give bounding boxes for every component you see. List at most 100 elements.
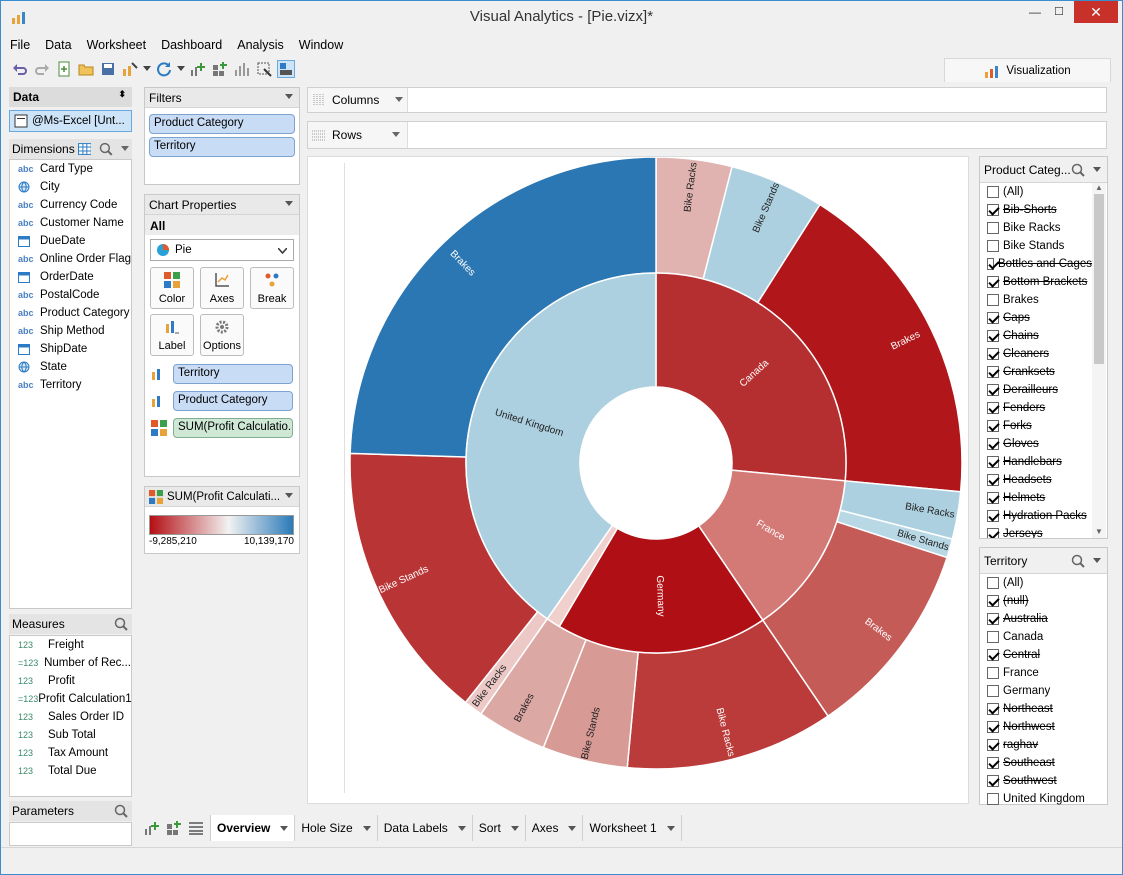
filter-option[interactable]: Fenders bbox=[980, 399, 1092, 417]
search-icon[interactable] bbox=[1071, 554, 1085, 568]
dimension-field[interactable]: ShipDate bbox=[10, 340, 131, 358]
filter-option[interactable]: Northwest bbox=[980, 718, 1108, 736]
new-file-icon[interactable] bbox=[55, 60, 73, 78]
filter-option[interactable]: Hydration Packs bbox=[980, 507, 1092, 525]
tab-axes[interactable]: Axes bbox=[526, 815, 584, 841]
filter-option[interactable]: (null) bbox=[980, 592, 1108, 610]
checkbox[interactable] bbox=[987, 276, 999, 288]
filter-option[interactable]: Southeast bbox=[980, 754, 1108, 772]
checkbox[interactable] bbox=[987, 186, 999, 198]
maximize-button[interactable]: ☐ bbox=[1046, 1, 1072, 23]
measure-field[interactable]: 123 Total Due bbox=[10, 762, 131, 780]
new-worksheet-icon[interactable] bbox=[144, 820, 160, 836]
measure-field[interactable]: =123 Number of Rec... bbox=[10, 654, 131, 672]
tab-sort[interactable]: Sort bbox=[473, 815, 526, 841]
options-button[interactable]: Options bbox=[200, 314, 244, 356]
dimension-field[interactable]: State bbox=[10, 358, 131, 376]
search-icon[interactable] bbox=[99, 142, 113, 156]
dimension-field[interactable]: OrderDate bbox=[10, 268, 131, 286]
checkbox[interactable] bbox=[987, 703, 999, 715]
filter-option[interactable]: Cranksets bbox=[980, 363, 1092, 381]
axes-button[interactable]: Axes bbox=[200, 267, 244, 309]
filter-option[interactable]: Handlebars bbox=[980, 453, 1092, 471]
filter-option[interactable]: Canada bbox=[980, 628, 1108, 646]
refresh-icon[interactable] bbox=[155, 60, 173, 78]
dimension-field[interactable]: abc Customer Name bbox=[10, 214, 131, 232]
columns-dropdown-icon[interactable] bbox=[395, 97, 404, 103]
data-source-icon[interactable] bbox=[121, 60, 139, 78]
label-button[interactable]: Label bbox=[150, 314, 194, 356]
filter-option[interactable]: Central bbox=[980, 646, 1108, 664]
checkbox[interactable] bbox=[987, 222, 999, 234]
dimension-field[interactable]: abc Product Category bbox=[10, 304, 131, 322]
filter-option[interactable]: France bbox=[980, 664, 1108, 682]
tab-visualization[interactable]: Visualization bbox=[944, 58, 1111, 82]
chart-icon[interactable] bbox=[233, 60, 251, 78]
new-dashboard-icon[interactable] bbox=[211, 60, 229, 78]
dimension-field[interactable]: abc Territory bbox=[10, 376, 131, 394]
filter-product-category[interactable]: Product Category bbox=[149, 114, 295, 134]
checkbox[interactable] bbox=[987, 240, 999, 252]
checkbox[interactable] bbox=[987, 510, 999, 522]
checkbox[interactable] bbox=[987, 294, 999, 306]
filter-option[interactable]: Northeast bbox=[980, 700, 1108, 718]
checkbox[interactable] bbox=[987, 793, 999, 805]
filter-option[interactable]: raghav bbox=[980, 736, 1108, 754]
checkbox[interactable] bbox=[987, 438, 999, 450]
dimension-field[interactable]: DueDate bbox=[10, 232, 131, 250]
chart-type-select[interactable]: Pie bbox=[150, 239, 294, 261]
checkbox[interactable] bbox=[987, 595, 999, 607]
tab-worksheet-1[interactable]: Worksheet 1 bbox=[583, 815, 682, 841]
select-icon[interactable] bbox=[255, 60, 273, 78]
refresh-dropdown-icon[interactable] bbox=[177, 60, 185, 78]
checkbox[interactable] bbox=[987, 204, 999, 216]
tab-overview[interactable]: Overview bbox=[210, 815, 296, 841]
measure-field[interactable]: 123 Freight bbox=[10, 636, 131, 654]
filter-option[interactable]: Bottles and Cages bbox=[980, 255, 1092, 273]
filter-option[interactable]: Germany bbox=[980, 682, 1108, 700]
data-source-item[interactable]: @Ms-Excel [Unt... bbox=[9, 110, 132, 132]
tab-data-labels[interactable]: Data Labels bbox=[378, 815, 473, 841]
checkbox[interactable] bbox=[987, 258, 995, 270]
filters-dropdown-icon[interactable] bbox=[285, 94, 293, 99]
scope-tab-all[interactable]: All bbox=[145, 215, 299, 235]
territory-filter-dropdown-icon[interactable] bbox=[1093, 558, 1101, 563]
list-view-icon[interactable] bbox=[188, 820, 204, 836]
measure-field[interactable]: 123 Sub Total bbox=[10, 726, 131, 744]
rows-dropdown-icon[interactable] bbox=[392, 132, 401, 138]
filter-option[interactable]: Southwest bbox=[980, 772, 1108, 790]
measure-field[interactable]: =123 Profit Calculation1 bbox=[10, 690, 132, 708]
filter-option[interactable]: Jerseys bbox=[980, 525, 1092, 538]
color-button[interactable]: Color bbox=[150, 267, 194, 309]
dimension-field[interactable]: abc Online Order Flag bbox=[10, 250, 131, 268]
new-dashboard-icon[interactable] bbox=[166, 820, 182, 836]
data-source-dropdown-icon[interactable] bbox=[143, 60, 151, 78]
checkbox[interactable] bbox=[987, 492, 999, 504]
menu-file[interactable]: File bbox=[10, 38, 30, 56]
show-me-icon[interactable] bbox=[277, 60, 295, 78]
scroll-up-icon[interactable]: ▲ bbox=[1092, 183, 1106, 192]
dimension-field[interactable]: City bbox=[10, 178, 131, 196]
checkbox[interactable] bbox=[987, 456, 999, 468]
checkbox[interactable] bbox=[987, 420, 999, 432]
filter-option[interactable]: Helmets bbox=[980, 489, 1092, 507]
dimension-field[interactable]: abc PostalCode bbox=[10, 286, 131, 304]
columns-shelf[interactable]: Columns bbox=[307, 87, 1107, 113]
break-button[interactable]: Break bbox=[250, 267, 294, 309]
redo-icon[interactable] bbox=[33, 60, 51, 78]
checkbox[interactable] bbox=[987, 685, 999, 697]
filter-option[interactable]: Headsets bbox=[980, 471, 1092, 489]
filter-option[interactable]: Caps bbox=[980, 309, 1092, 327]
filter-option[interactable]: Derailleurs bbox=[980, 381, 1092, 399]
checkbox[interactable] bbox=[987, 402, 999, 414]
checkbox[interactable] bbox=[987, 366, 999, 378]
checkbox[interactable] bbox=[987, 649, 999, 661]
filter-option[interactable]: Cleaners bbox=[980, 345, 1092, 363]
field-territory[interactable]: Territory bbox=[173, 364, 293, 384]
checkbox[interactable] bbox=[987, 613, 999, 625]
filter-option[interactable]: Bib-Shorts bbox=[980, 201, 1092, 219]
checkbox[interactable] bbox=[987, 528, 999, 538]
measure-field[interactable]: 123 Tax Amount bbox=[10, 744, 131, 762]
filter-option[interactable]: United Kingdom bbox=[980, 790, 1108, 808]
filter-option[interactable]: Australia bbox=[980, 610, 1108, 628]
